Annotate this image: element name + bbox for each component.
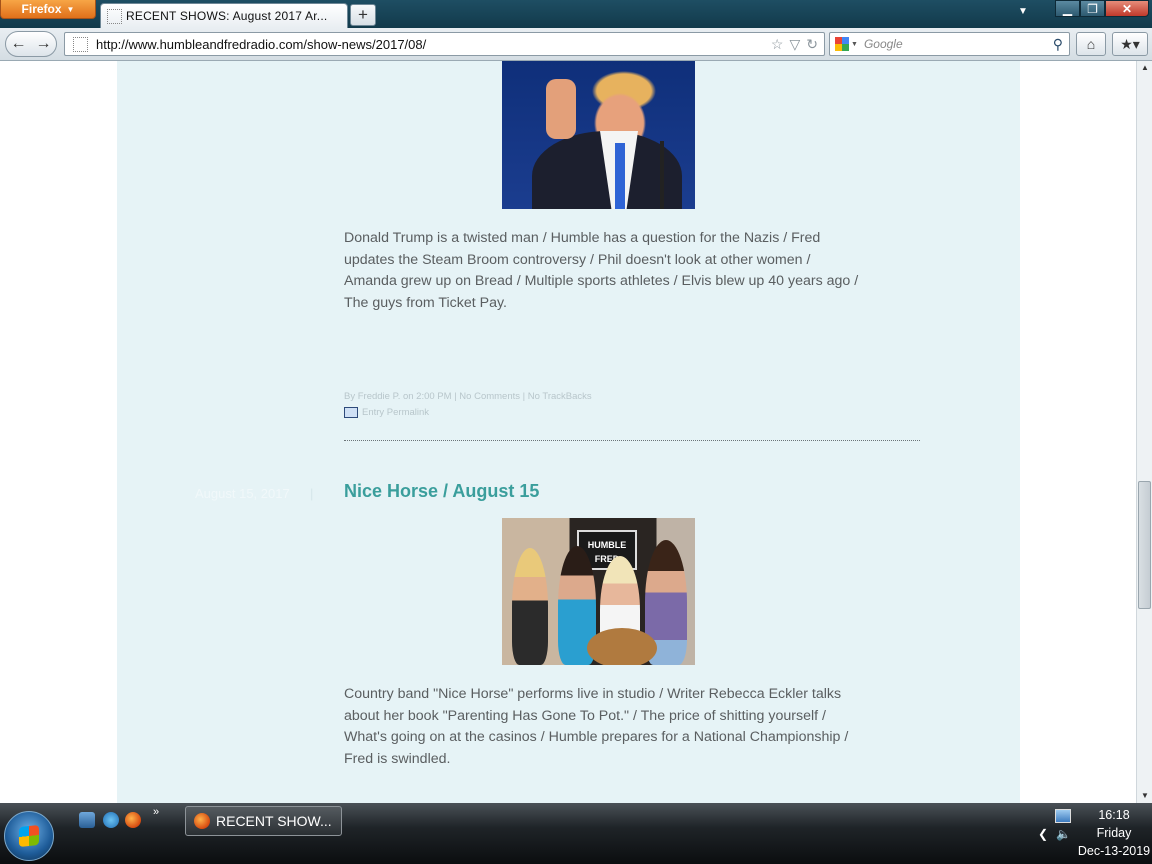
system-clock[interactable]: 16:18 Friday Dec-13-2019	[1076, 806, 1152, 860]
show-hidden-icons-icon[interactable]: ❮	[1038, 827, 1048, 841]
image-person-1	[512, 548, 548, 665]
scroll-up-arrow-icon[interactable]: ▲	[1139, 61, 1151, 75]
clock-date: Dec-13-2019	[1077, 844, 1151, 858]
start-button[interactable]	[4, 811, 54, 861]
firefox-quicklaunch-icon[interactable]	[125, 812, 141, 828]
minimize-button[interactable]: ▁	[1055, 0, 1080, 17]
clock-time: 16:18	[1098, 808, 1130, 822]
google-engine-icon[interactable]	[835, 37, 849, 51]
date-separator: |	[310, 486, 314, 501]
navigation-toolbar: ← → http://www.humbleandfredradio.com/sh…	[0, 28, 1152, 61]
post-divider	[344, 440, 920, 441]
reload-icon[interactable]: ↻	[806, 36, 818, 53]
post-description: Donald Trump is a twisted man / Humble h…	[344, 230, 859, 311]
window-controls: ▁ ❐ ✕	[1055, 0, 1149, 18]
firefox-menu-label: Firefox	[21, 2, 62, 16]
site-identity-icon[interactable]	[73, 36, 88, 52]
scrollbar-thumb[interactable]	[1138, 481, 1151, 609]
url-bar[interactable]: http://www.humbleandfredradio.com/show-n…	[64, 32, 825, 56]
entry-permalink[interactable]: Entry Permalink	[344, 407, 429, 418]
internet-explorer-icon[interactable]	[103, 812, 119, 828]
page-favicon-icon	[107, 8, 122, 24]
taskbar-window-label: RECENT SHOW...	[216, 813, 332, 829]
network-icon[interactable]	[1055, 809, 1071, 823]
url-text[interactable]: http://www.humbleandfredradio.com/show-n…	[96, 37, 771, 52]
search-icon[interactable]: ⚲	[1053, 36, 1063, 53]
post-description: Country band "Nice Horse" performs live …	[344, 686, 849, 767]
page-viewport: Donald Trump is a twisted man / Humble h…	[0, 61, 1136, 803]
image-guitar	[587, 628, 657, 665]
back-arrow-icon[interactable]: ←	[6, 35, 31, 53]
vertical-scrollbar[interactable]: ▲ ▼	[1136, 61, 1152, 803]
firefox-icon	[194, 813, 210, 829]
close-window-button[interactable]: ✕	[1105, 0, 1149, 17]
volume-icon[interactable]: 🔈	[1056, 827, 1071, 841]
bookmarks-button[interactable]: ★▾	[1112, 32, 1148, 56]
new-tab-button[interactable]: +	[350, 4, 376, 26]
post-date: August 15, 2017	[195, 486, 290, 501]
title-bar: Firefox ▼ RECENT SHOWS: August 2017 Ar..…	[0, 0, 1152, 28]
scroll-down-arrow-icon[interactable]: ▼	[1139, 789, 1151, 803]
image-figure-hand	[546, 79, 576, 139]
bookmark-star-icon[interactable]: ☆	[771, 36, 784, 53]
post-image-nice-horse[interactable]: HUMBLE FRED	[502, 518, 695, 665]
post-image-trump[interactable]	[502, 61, 695, 209]
chevron-down-icon: ▼	[66, 4, 75, 14]
maximize-button[interactable]: ❐	[1080, 0, 1105, 17]
windows-taskbar: » RECENT SHOW... ❮ 🔈 16:18 Friday Dec-13…	[0, 803, 1152, 864]
taskbar-window-button[interactable]: RECENT SHOW...	[185, 806, 342, 836]
windows-logo-icon	[19, 824, 39, 848]
image-figure-tie	[615, 143, 625, 209]
entry-permalink-label[interactable]: Entry Permalink	[362, 407, 429, 418]
tab-title: RECENT SHOWS: August 2017 Ar...	[126, 9, 328, 23]
quicklaunch-more-icon[interactable]: »	[153, 806, 159, 818]
back-forward-group: ← →	[5, 31, 57, 57]
post-meta[interactable]: By Freddie P. on 2:00 PM | No Comments |…	[344, 391, 592, 402]
forward-arrow-icon[interactable]: →	[31, 35, 56, 53]
search-input[interactable]: Google	[864, 37, 1053, 51]
show-desktop-icon[interactable]	[79, 812, 95, 828]
list-all-tabs-icon[interactable]: ▼	[1018, 6, 1028, 17]
plus-icon: +	[358, 5, 368, 24]
history-dropdown-icon[interactable]: ▽	[789, 36, 800, 53]
bookmarks-icon: ★▾	[1120, 35, 1140, 52]
browser-tab[interactable]: RECENT SHOWS: August 2017 Ar...	[100, 3, 348, 28]
book-icon	[344, 407, 358, 418]
home-button[interactable]: ⌂	[1076, 32, 1106, 56]
engine-dropdown-icon[interactable]: ▼	[851, 41, 858, 48]
post-title-link[interactable]: Nice Horse / August 15	[344, 481, 539, 502]
firefox-menu-button[interactable]: Firefox ▼	[0, 0, 96, 19]
search-bar[interactable]: ▼ Google ⚲	[829, 32, 1070, 56]
home-icon: ⌂	[1086, 36, 1096, 52]
image-microphone	[660, 141, 664, 209]
clock-day: Friday	[1096, 826, 1132, 840]
